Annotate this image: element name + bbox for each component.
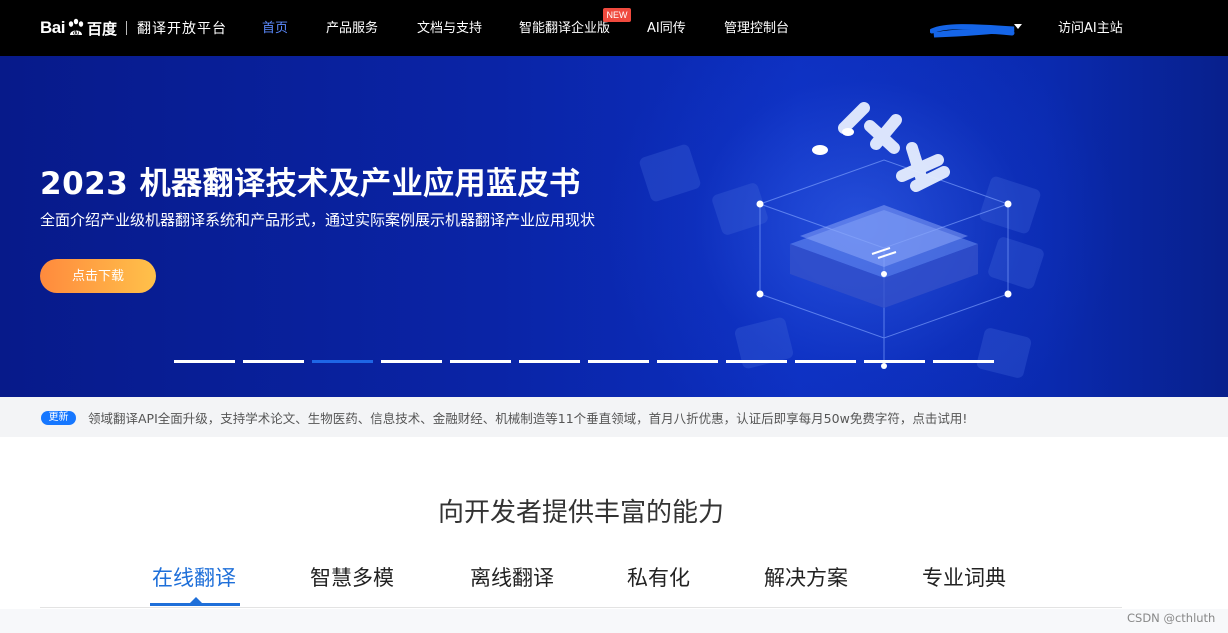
watermark: CSDN @cthluth — [1127, 611, 1216, 625]
carousel-dot-1[interactable] — [174, 360, 235, 363]
active-tab-underline — [150, 603, 240, 606]
update-notice-link[interactable]: 领域翻译API全面升级，支持学术论文、生物医药、信息技术、金融财经、机械制造等1… — [88, 408, 967, 427]
top-navigation-bar: Bai du 百度 翻译开放平台 首页 产品服务 文档与支持 智能翻译企业版 N… — [0, 0, 1228, 56]
hero-subtitle: 全面介绍产业级机器翻译系统和产品形式，通过实际案例展示机器翻译产业应用现状 — [40, 211, 596, 229]
carousel-dot-10[interactable] — [795, 360, 856, 363]
hero-banner[interactable]: 2023 机器翻译技术及产业应用蓝皮书 全面介绍产业级机器翻译系统和产品形式，通… — [0, 56, 1228, 397]
carousel-dot-6[interactable] — [519, 360, 580, 363]
carousel-dot-3[interactable] — [312, 360, 373, 363]
nav-item-products[interactable]: 产品服务 — [326, 19, 378, 39]
content-band — [0, 609, 1228, 633]
carousel-dot-8[interactable] — [657, 360, 718, 363]
tab-private-deployment[interactable]: 私有化 — [627, 565, 690, 591]
nav-item-console[interactable]: 管理控制台 — [724, 19, 789, 39]
update-notice-bar: 更新 领域翻译API全面升级，支持学术论文、生物医药、信息技术、金融财经、机械制… — [0, 397, 1228, 437]
carousel-dot-4[interactable] — [381, 360, 442, 363]
capability-tabs: 在线翻译 智慧多模 离线翻译 私有化 解决方案 专业词典 — [40, 558, 1122, 608]
carousel-dot-9[interactable] — [726, 360, 787, 363]
svg-text:du: du — [73, 31, 79, 37]
nav-item-enterprise-translation[interactable]: 智能翻译企业版 — [519, 19, 610, 39]
tab-solutions[interactable]: 解决方案 — [764, 565, 848, 591]
tab-smart-multimodal[interactable]: 智慧多模 — [310, 565, 394, 591]
nav-item-ai-interpretation[interactable]: AI同传 — [647, 19, 686, 39]
nav-item-docs-support[interactable]: 文档与支持 — [417, 19, 482, 39]
nav-item-visit-ai-main[interactable]: 访问AI主站 — [1058, 19, 1123, 39]
hero-title: 2023 机器翻译技术及产业应用蓝皮书 — [40, 166, 581, 202]
carousel-dot-5[interactable] — [450, 360, 511, 363]
baidu-paw-icon: du — [68, 18, 84, 37]
carousel-dot-12[interactable] — [933, 360, 994, 363]
logo-brand-right: 百度 — [86, 19, 117, 38]
logo-divider — [125, 21, 127, 35]
carousel-dot-11[interactable] — [864, 360, 925, 363]
tab-offline-translation[interactable]: 离线翻译 — [470, 565, 554, 591]
download-button[interactable]: 点击下载 — [40, 259, 156, 293]
update-badge: 更新 — [41, 411, 76, 425]
carousel-dot-7[interactable] — [588, 360, 649, 363]
tab-online-translation[interactable]: 在线翻译 — [152, 565, 236, 591]
carousel-indicators — [174, 360, 1002, 364]
baidu-translate-logo[interactable]: Bai du 百度 翻译开放平台 — [40, 14, 227, 42]
capabilities-title: 向开发者提供丰富的能力 — [437, 498, 724, 528]
nav-item-home[interactable]: 首页 — [262, 19, 288, 39]
user-account-redacted[interactable] — [930, 22, 1016, 38]
caret-down-icon[interactable] — [1014, 24, 1022, 29]
logo-platform-name: 翻译开放平台 — [136, 21, 227, 37]
tab-professional-dictionary[interactable]: 专业词典 — [922, 565, 1006, 591]
logo-brand-left: Bai — [40, 18, 65, 37]
new-badge: NEW — [603, 8, 631, 22]
translation-cube-illustration — [639, 102, 1044, 378]
carousel-dot-2[interactable] — [243, 360, 304, 363]
